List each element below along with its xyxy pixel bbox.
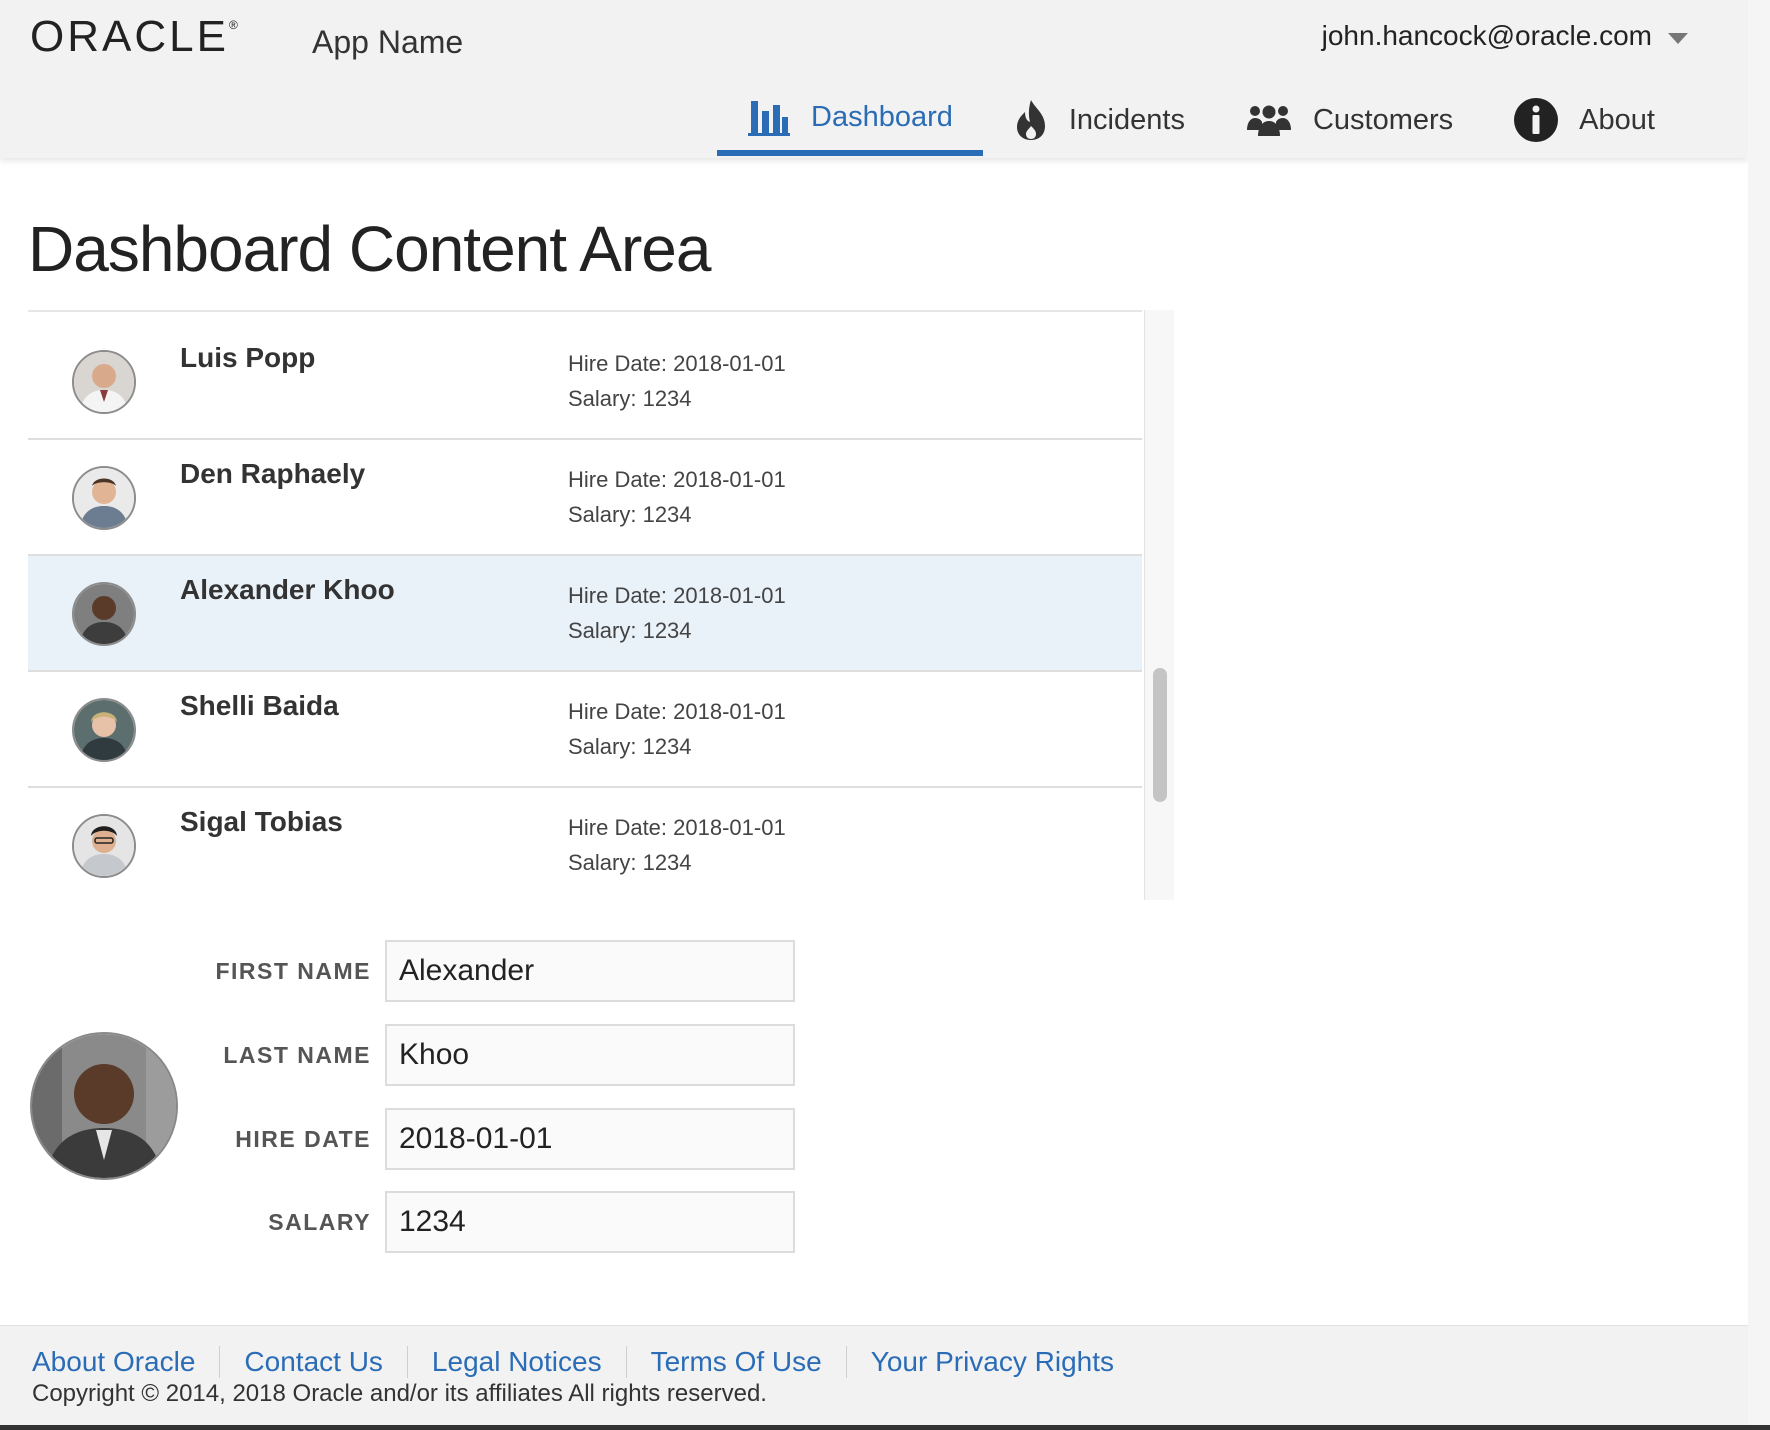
copyright-text: Copyright © 2014, 2018 Oracle and/or its… (32, 1380, 767, 1407)
first-name-field[interactable] (385, 940, 795, 1002)
employee-name: Den Raphaely (180, 458, 366, 489)
form-row-salary: SALARY (0, 1191, 800, 1255)
footer-link-about-oracle[interactable]: About Oracle (32, 1346, 195, 1378)
employee-meta: Hire Date: 2018-01-01 Salary: 1234 (568, 694, 786, 764)
employee-meta: Hire Date: 2018-01-01 Salary: 1234 (568, 346, 786, 416)
hire-date: Hire Date: 2018-01-01 (568, 583, 786, 608)
form-row-first-name: FIRST NAME (0, 940, 800, 1004)
window-bottom-border (0, 1425, 1770, 1430)
scrollbar-thumb[interactable] (1153, 668, 1167, 802)
footer-divider (406, 1346, 408, 1378)
avatar (72, 582, 136, 646)
last-name-field[interactable] (385, 1024, 795, 1086)
oracle-logo: ORACLE® (30, 12, 241, 62)
form-row-last-name: LAST NAME (0, 1024, 800, 1088)
window-edge (1748, 0, 1770, 1430)
avatar (72, 466, 136, 530)
employee-meta: Hire Date: 2018-01-01 Salary: 1234 (568, 462, 786, 532)
hire-date: Hire Date: 2018-01-01 (568, 351, 786, 376)
footer-link-terms-of-use[interactable]: Terms Of Use (651, 1346, 822, 1378)
last-name-label: LAST NAME (223, 1042, 371, 1068)
app-name: App Name (312, 24, 464, 60)
salary: Salary: 1234 (568, 850, 692, 875)
employee-name: Alexander Khoo (180, 574, 395, 605)
avatar (72, 698, 136, 762)
list-item[interactable]: Sigal Tobias Hire Date: 2018-01-01 Salar… (28, 788, 1142, 900)
list-scrollbar[interactable] (1144, 310, 1174, 900)
salary-field[interactable] (385, 1191, 795, 1253)
list-item[interactable]: Den Raphaely Hire Date: 2018-01-01 Salar… (28, 440, 1142, 556)
page: ORACLE® App Name john.hancock@oracle.com (0, 0, 1748, 1428)
salary: Salary: 1234 (568, 734, 692, 759)
nav-bar: Dashboard Incidents Customers About (717, 84, 1685, 156)
salary: Salary: 1234 (568, 502, 692, 527)
info-icon (1513, 97, 1559, 143)
user-menu[interactable]: john.hancock@oracle.com (1322, 20, 1688, 52)
first-name-label: FIRST NAME (215, 958, 371, 984)
form-row-hire-date: HIRE DATE (0, 1108, 800, 1172)
hire-date: Hire Date: 2018-01-01 (568, 467, 786, 492)
fire-icon (1013, 98, 1049, 142)
caret-down-icon (1668, 32, 1688, 44)
salary: Salary: 1234 (568, 618, 692, 643)
logo-text: ORACLE (30, 12, 229, 61)
employee-meta: Hire Date: 2018-01-01 Salary: 1234 (568, 578, 786, 648)
footer-divider (845, 1346, 847, 1378)
footer-link-contact-us[interactable]: Contact Us (244, 1346, 383, 1378)
employee-name: Sigal Tobias (180, 806, 343, 837)
nav-item-about[interactable]: About (1483, 84, 1685, 156)
footer-link-privacy-rights[interactable]: Your Privacy Rights (871, 1346, 1114, 1378)
bar-chart-icon (747, 95, 791, 139)
list-item-selected[interactable]: Alexander Khoo Hire Date: 2018-01-01 Sal… (28, 556, 1142, 672)
list-item[interactable]: Luis Popp Hire Date: 2018-01-01 Salary: … (28, 324, 1142, 440)
hire-date: Hire Date: 2018-01-01 (568, 699, 786, 724)
hire-date-field[interactable] (385, 1108, 795, 1170)
app-footer: About Oracle Contact Us Legal Notices Te… (0, 1325, 1748, 1426)
employee-meta: Hire Date: 2018-01-01 Salary: 1234 (568, 810, 786, 880)
app-header: ORACLE® App Name john.hancock@oracle.com (0, 0, 1748, 158)
salary: Salary: 1234 (568, 386, 692, 411)
employee-name: Shelli Baida (180, 690, 339, 721)
nav-item-customers[interactable]: Customers (1215, 84, 1483, 156)
avatar (72, 814, 136, 878)
employee-list-container: Luis Popp Hire Date: 2018-01-01 Salary: … (28, 310, 1174, 900)
hire-date-label: HIRE DATE (235, 1126, 371, 1152)
avatar (72, 350, 136, 414)
registered-mark: ® (228, 18, 241, 32)
people-icon (1245, 102, 1293, 138)
list-item[interactable]: Shelli Baida Hire Date: 2018-01-01 Salar… (28, 672, 1142, 788)
employee-list[interactable]: Luis Popp Hire Date: 2018-01-01 Salary: … (28, 310, 1142, 900)
salary-label: SALARY (268, 1209, 371, 1235)
hire-date: Hire Date: 2018-01-01 (568, 815, 786, 840)
page-title: Dashboard Content Area (28, 213, 711, 285)
nav-item-dashboard[interactable]: Dashboard (717, 84, 983, 156)
nav-item-incidents[interactable]: Incidents (983, 84, 1215, 156)
nav-label: Incidents (1068, 103, 1185, 136)
footer-links: About Oracle Contact Us Legal Notices Te… (32, 1346, 1114, 1378)
footer-divider (219, 1346, 221, 1378)
user-email: john.hancock@oracle.com (1321, 20, 1652, 51)
nav-label: Customers (1312, 103, 1454, 136)
nav-label: About (1579, 103, 1655, 136)
employee-name: Luis Popp (180, 342, 316, 373)
footer-link-legal-notices[interactable]: Legal Notices (432, 1346, 602, 1378)
nav-label: Dashboard (811, 100, 953, 133)
footer-divider (625, 1346, 627, 1378)
